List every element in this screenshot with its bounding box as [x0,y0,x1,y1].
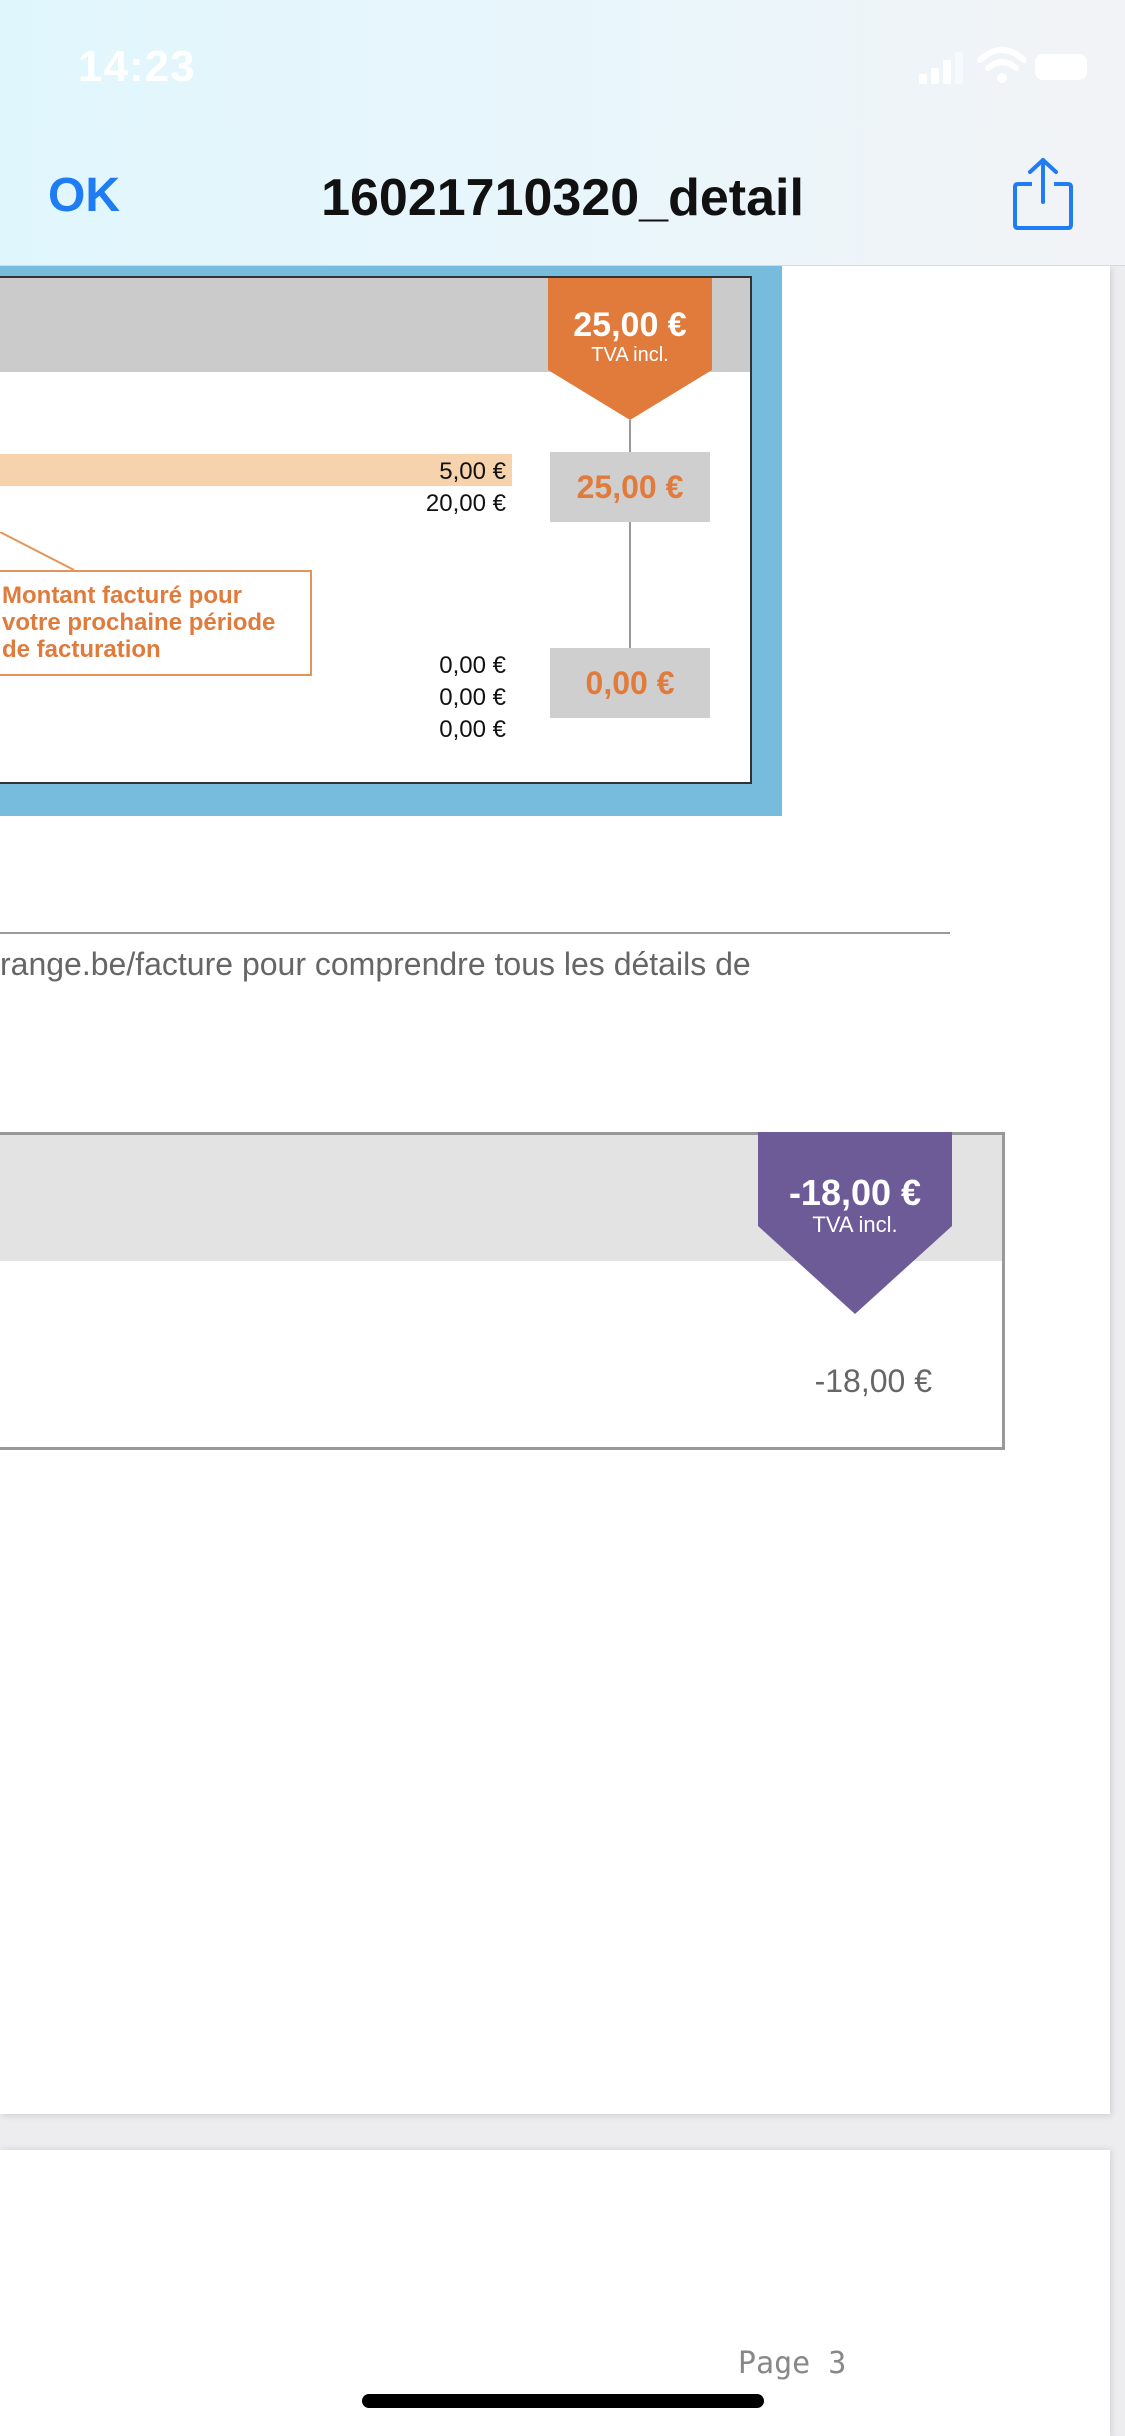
callout-pointer [0,532,75,571]
document-page: 25,00 € TVA incl. 5,00 € 20,00 € 25,00 €… [0,266,1110,2114]
total-vat-note: TVA incl. [591,344,669,366]
discount-box: -18,00 € TVA incl. -18,00 € [0,1132,1005,1450]
discount-tag-amount: -18,00 € [788,1172,922,1213]
group2-total: 0,00 € [550,648,710,718]
summary-frame: 25,00 € TVA incl. 5,00 € 20,00 € 25,00 €… [0,266,782,816]
pdf-viewer-screen: 14:23 OK 16021710320_detail 25,00 € TVA … [0,0,1125,2436]
line-amount: 0,00 € [439,652,506,679]
callout-line-3: de facturation [2,636,161,663]
callout-line-1: Montant facturé pour [2,582,242,609]
signal-icon [919,50,965,84]
callout-line-2: votre prochaine période [2,609,276,636]
billing-period-callout: Montant facturé pour votre prochaine pér… [0,570,312,676]
line-amount: 0,00 € [439,716,506,743]
top-bar: 14:23 OK 16021710320_detail [0,0,1125,266]
group1-total: 25,00 € [550,452,710,522]
discount-line-amount: -18,00 € [814,1363,932,1399]
connector-line [629,420,631,452]
divider [0,932,950,934]
document-title: 16021710320_detail [321,169,804,227]
info-text: range.be/facture pour comprendre tous le… [0,946,751,982]
total-amount: 25,00 € [573,306,687,344]
line-amount: 20,00 € [425,490,506,517]
line-amount: 5,00 € [439,458,506,485]
share-icon[interactable] [1012,156,1074,232]
discount-price-tag: -18,00 € TVA incl. [758,1132,952,1314]
discount-vat-note: TVA incl. [812,1212,898,1237]
page-number: Page 3 [738,2346,847,2381]
summary-box: 25,00 € TVA incl. 5,00 € 20,00 € 25,00 €… [0,276,752,784]
battery-icon [1035,54,1087,80]
home-indicator[interactable] [362,2394,764,2408]
wifi-icon [977,47,1027,83]
connector-line [629,522,631,648]
line-amount: 0,00 € [439,684,506,711]
status-time: 14:23 [78,42,196,91]
total-price-tag: 25,00 € TVA incl. [548,278,712,420]
